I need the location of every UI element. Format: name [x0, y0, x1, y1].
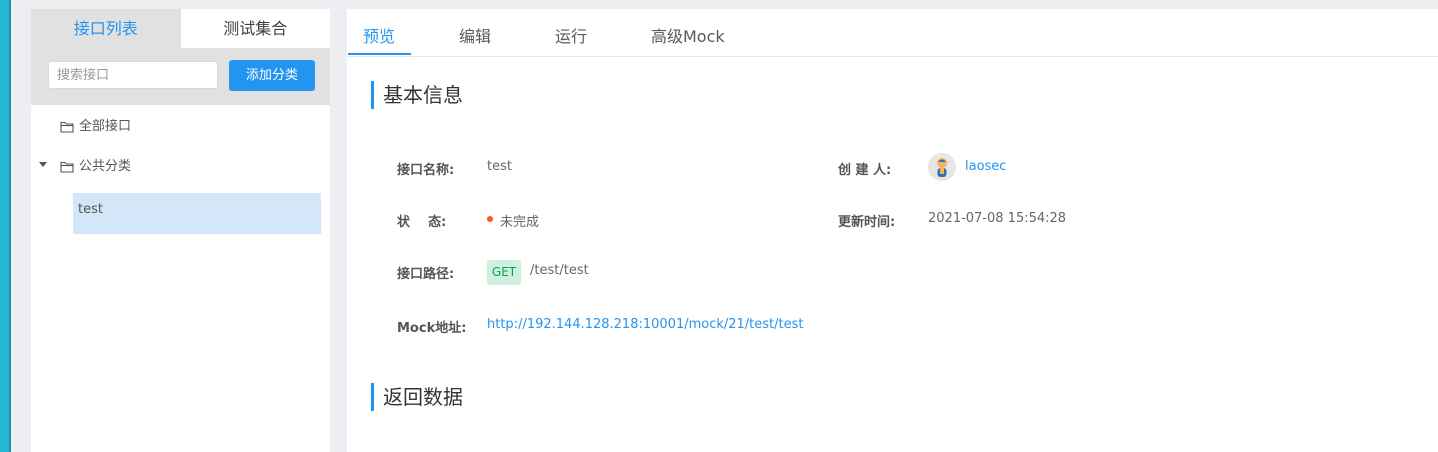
api-item-test[interactable]: test	[73, 193, 321, 234]
status-dot	[487, 216, 493, 222]
status-value: 未完成	[500, 215, 540, 230]
avatar-icon[interactable]	[928, 153, 956, 181]
caret-down-icon[interactable]	[39, 162, 47, 167]
path-label: 接口路径:	[397, 267, 455, 282]
creator-label: 创 建 人:	[838, 163, 892, 178]
api-item-label: test	[78, 202, 103, 217]
search-input[interactable]	[48, 61, 218, 89]
tab-run[interactable]: 运行	[555, 23, 587, 47]
avatar-image	[928, 153, 956, 181]
name-value: test	[487, 159, 512, 174]
section-title-basic-info: 基本信息	[371, 81, 463, 109]
add-category-button[interactable]: 添加分类	[229, 60, 315, 91]
tree-item-label: 公共分类	[79, 159, 132, 174]
section-title-response: 返回数据	[371, 383, 463, 411]
sidebar: 接口列表 测试集合 添加分类 全部接口 公共分类 test	[31, 9, 330, 452]
tab-advanced-mock[interactable]: 高级Mock	[651, 23, 725, 47]
mock-label: Mock地址:	[397, 321, 467, 336]
method-badge: GET	[487, 260, 521, 285]
main-panel: 预览 编辑 运行 高级Mock 基本信息 接口名称: test 创 建 人: l…	[347, 9, 1438, 452]
folder-icon	[60, 121, 74, 133]
window-edge-line	[9, 0, 11, 452]
name-label: 接口名称:	[397, 163, 455, 178]
sidebar-tabs: 接口列表 测试集合	[31, 9, 330, 48]
folder-icon	[60, 161, 74, 173]
updated-value: 2021-07-08 15:54:28	[928, 211, 1067, 226]
status-label: 状 态:	[397, 215, 447, 230]
creator-link[interactable]: laosec	[965, 159, 1006, 174]
path-value: /test/test	[530, 263, 589, 278]
mock-url-link[interactable]: http://192.144.128.218:10001/mock/21/tes…	[487, 317, 804, 332]
main-tabs: 预览 编辑 运行 高级Mock	[347, 9, 1438, 57]
tab-preview[interactable]: 预览	[363, 23, 395, 47]
tab-api-list[interactable]: 接口列表	[31, 9, 181, 48]
active-tab-indicator	[348, 53, 411, 55]
tab-edit[interactable]: 编辑	[459, 23, 491, 47]
sidebar-toolbar: 添加分类	[31, 48, 330, 105]
tab-test-collection[interactable]: 测试集合	[180, 9, 330, 48]
tree-item-label: 全部接口	[79, 119, 132, 134]
updated-label: 更新时间:	[838, 215, 896, 230]
window-edge-strip	[0, 0, 9, 452]
